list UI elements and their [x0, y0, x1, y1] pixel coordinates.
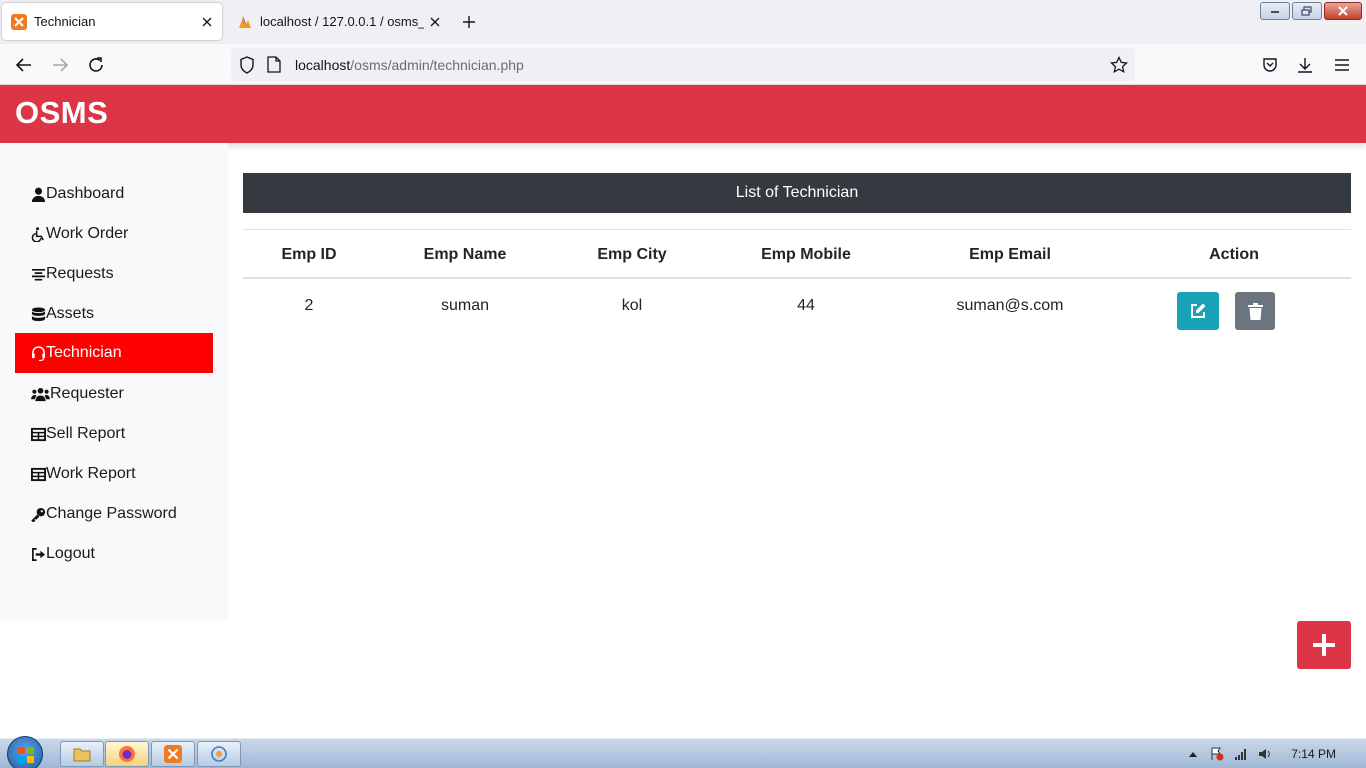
taskbar-xampp[interactable] [151, 741, 195, 767]
sidebar: Dashboard Work Order Requests Assets Tec… [0, 143, 228, 621]
sidebar-item-dashboard[interactable]: Dashboard [15, 174, 213, 214]
column-header-emp-id: Emp ID [281, 246, 337, 263]
folder-icon [73, 748, 91, 762]
sidebar-item-label: Requester [50, 385, 124, 402]
show-hidden-icons-icon[interactable] [1185, 746, 1201, 762]
minimize-icon[interactable] [1260, 2, 1290, 20]
sidebar-item-logout[interactable]: Logout [15, 534, 213, 574]
taskbar-app[interactable] [197, 741, 241, 767]
action-center-flag-icon[interactable] [1209, 746, 1225, 762]
volume-icon[interactable] [1257, 746, 1273, 762]
url-host: localhost [295, 56, 351, 73]
tab-title: localhost / 127.0.0.1 / osms_db [260, 14, 424, 29]
menu-icon[interactable] [1329, 52, 1355, 78]
cell-emp-city: kol [621, 297, 643, 314]
user-icon [31, 187, 46, 202]
add-technician-button[interactable] [1297, 621, 1351, 669]
sidebar-item-label: Requests [46, 265, 114, 282]
sidebar-item-label: Technician [46, 344, 122, 361]
browser-navbar: localhost/osms/admin/technician.php [0, 44, 1366, 85]
wheelchair-icon [31, 226, 44, 242]
column-header-emp-city: Emp City [597, 246, 667, 263]
sign-out-icon [32, 547, 46, 561]
table-icon [31, 427, 46, 441]
url-bar[interactable]: localhost/osms/admin/technician.php [231, 48, 1135, 81]
sidebar-item-label: Work Report [46, 465, 136, 482]
taskbar-clock[interactable]: 7:14 PM [1291, 747, 1336, 761]
column-header-emp-name: Emp Name [423, 246, 507, 263]
window-controls [1260, 2, 1362, 20]
sidebar-item-change-password[interactable]: Change Password [15, 494, 213, 534]
table-row: 2 suman kol 44 suman@s.com [243, 279, 1351, 341]
database-icon [31, 306, 46, 321]
sidebar-item-requester[interactable]: Requester [15, 374, 213, 414]
taskbar-firefox[interactable] [105, 741, 149, 767]
tracking-shield-icon[interactable] [239, 55, 257, 74]
forward-icon[interactable] [47, 52, 73, 78]
headset-icon [31, 345, 46, 361]
sidebar-item-label: Work Order [46, 225, 129, 242]
browser-tabstrip: Technician localhost / 127.0.0.1 / osms_… [0, 0, 1366, 44]
table-header-row: Emp ID Emp Name Emp City Emp Mobile Emp … [243, 229, 1351, 279]
sidebar-item-work-report[interactable]: Work Report [15, 454, 213, 494]
window-close-icon[interactable] [1324, 2, 1362, 20]
edit-button[interactable] [1177, 292, 1219, 330]
page-info-icon[interactable] [267, 56, 283, 74]
cell-emp-mobile: 44 [797, 297, 815, 314]
cell-emp-email: suman@s.com [956, 297, 1064, 314]
sidebar-item-label: Dashboard [46, 185, 125, 202]
align-center-icon [31, 268, 46, 280]
column-header-emp-mobile: Emp Mobile [761, 246, 851, 263]
bookmark-star-icon[interactable] [1109, 55, 1129, 75]
new-tab-icon[interactable] [458, 11, 480, 33]
taskbar-explorer[interactable] [60, 741, 104, 767]
phpmyadmin-favicon-icon [239, 16, 251, 28]
key-icon [31, 507, 46, 522]
app-header: OSMS [0, 85, 1366, 143]
pocket-icon[interactable] [1257, 52, 1283, 78]
browser-tab-phpmyadmin[interactable]: localhost / 127.0.0.1 / osms_db [228, 3, 450, 40]
browser-tab-technician[interactable]: Technician [2, 3, 222, 40]
windows-logo-icon [18, 747, 34, 763]
xampp-icon [164, 745, 182, 763]
cell-emp-name: suman [440, 297, 490, 314]
trash-icon [1247, 302, 1263, 320]
start-button[interactable] [7, 736, 43, 768]
firefox-icon [119, 746, 135, 762]
sidebar-item-requests[interactable]: Requests [15, 254, 213, 294]
back-icon[interactable] [11, 52, 37, 78]
edit-icon [1191, 303, 1206, 318]
system-tray: 7:14 PM [1177, 739, 1366, 768]
close-tab-icon[interactable] [424, 11, 446, 33]
cell-emp-id: 2 [304, 297, 314, 314]
table-icon [31, 467, 46, 481]
sidebar-item-sell-report[interactable]: Sell Report [15, 414, 213, 454]
sidebar-item-label: Assets [46, 305, 95, 322]
restore-icon[interactable] [1292, 2, 1322, 20]
technician-table: Emp ID Emp Name Emp City Emp Mobile Emp … [243, 229, 1351, 341]
plus-icon [1313, 634, 1335, 656]
url-text: localhost/osms/admin/technician.php [295, 57, 524, 73]
url-path: /osms/admin/technician.php [350, 56, 524, 73]
sidebar-item-label: Change Password [46, 505, 177, 522]
xampp-favicon-icon [11, 13, 27, 30]
network-icon[interactable] [1233, 746, 1249, 762]
sidebar-item-technician[interactable]: Technician [15, 333, 213, 373]
downloads-icon[interactable] [1292, 52, 1318, 78]
delete-button[interactable] [1235, 292, 1275, 330]
reload-icon[interactable] [83, 52, 109, 78]
brand-logo[interactable]: OSMS [15, 95, 108, 131]
tab-title: Technician [34, 14, 96, 29]
column-header-action: Action [1209, 246, 1259, 263]
sidebar-item-assets[interactable]: Assets [15, 294, 213, 334]
sidebar-item-work-order[interactable]: Work Order [15, 214, 213, 254]
sidebar-item-label: Sell Report [46, 425, 126, 442]
sidebar-item-label: Logout [46, 545, 95, 562]
windows-taskbar: 7:14 PM [0, 736, 1366, 768]
list-title-bar: List of Technician [243, 173, 1351, 213]
close-tab-icon[interactable] [196, 11, 218, 33]
column-header-emp-email: Emp Email [969, 246, 1051, 263]
app-icon [211, 746, 227, 762]
users-icon [31, 387, 50, 401]
